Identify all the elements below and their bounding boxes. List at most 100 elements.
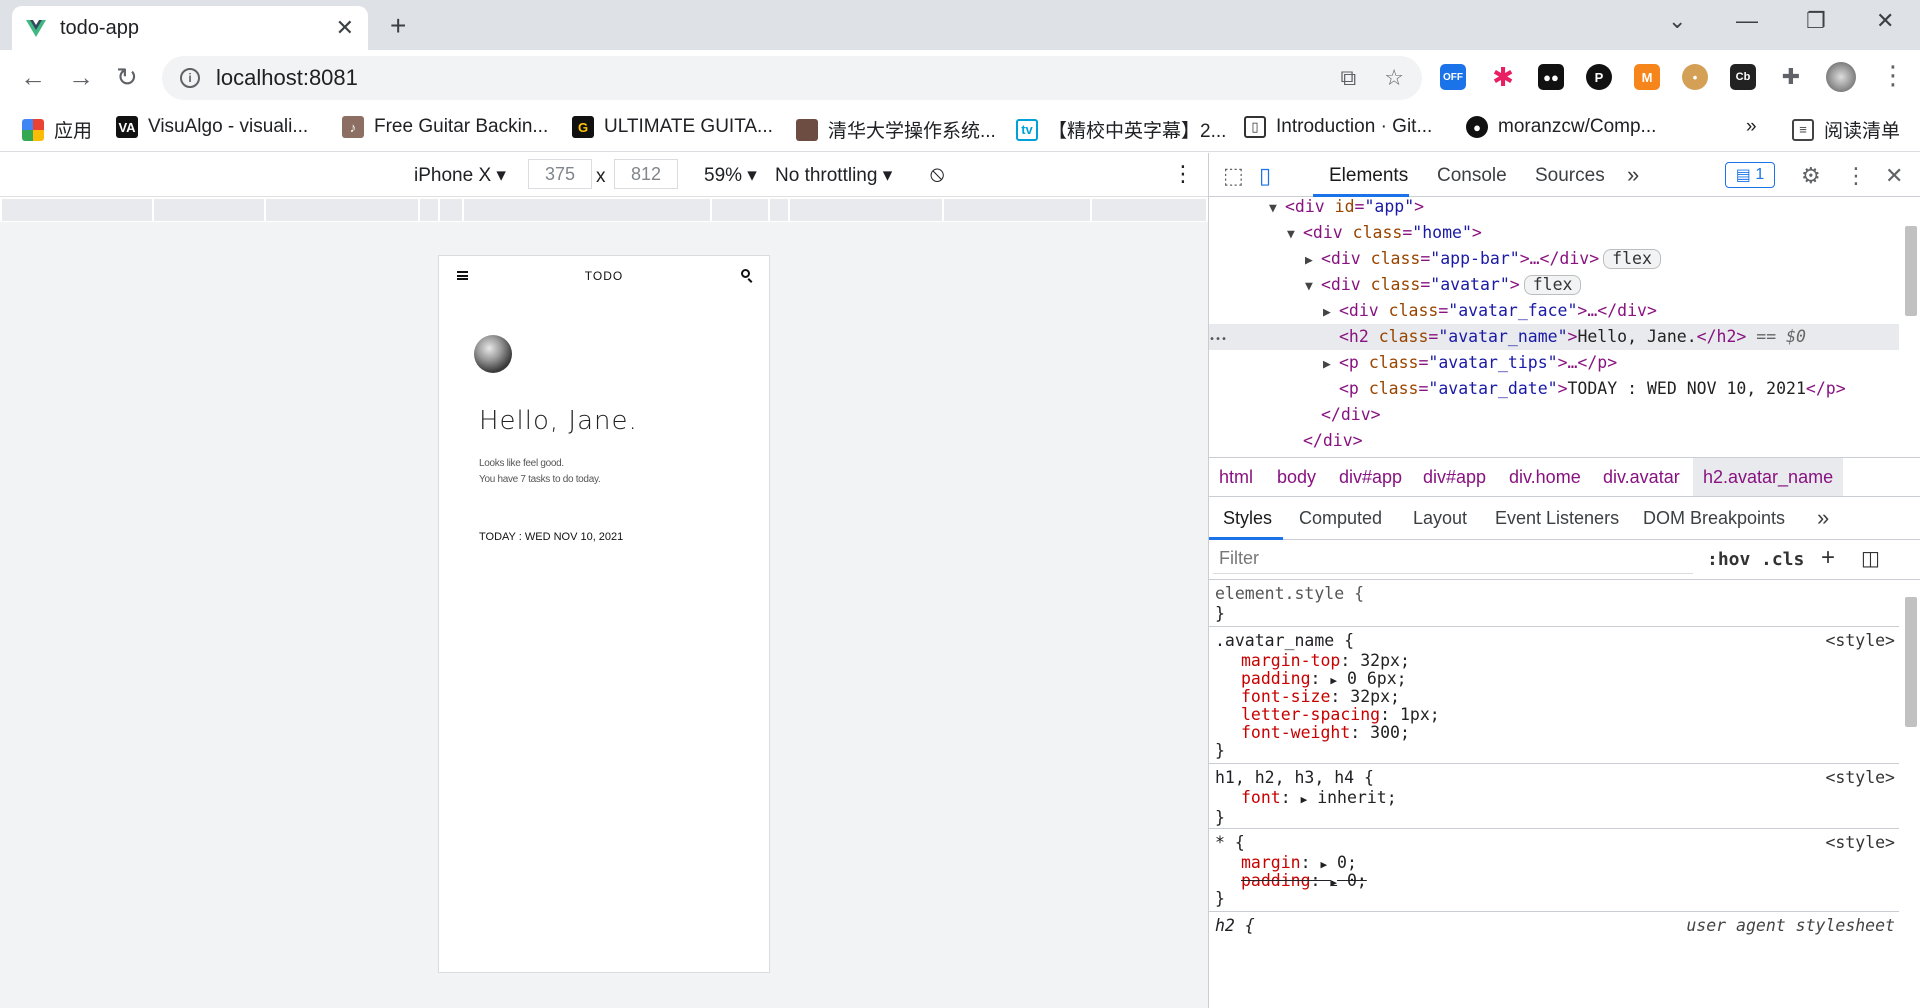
ruler-segment[interactable] [462,199,464,221]
tab-event-listeners[interactable]: Event Listeners [1495,508,1619,529]
new-tab-button[interactable]: + [390,10,406,42]
tab-styles[interactable]: Styles [1223,508,1272,529]
reload-icon[interactable]: ↻ [116,62,138,93]
rotate-icon[interactable]: ⦸ [930,161,944,187]
address-bar[interactable]: i localhost:8081 ⧉ ☆ [162,56,1422,100]
elements-scrollbar[interactable] [1902,198,1918,456]
minimize-button[interactable]: — [1736,8,1758,34]
filter-input[interactable]: Filter [1213,544,1693,574]
dom-node[interactable]: ▶ <div class="avatar_face">…</div> [1323,298,1657,324]
style-declaration-overridden[interactable]: padding: ▶ 0; [1241,870,1367,894]
cookie-icon[interactable]: • [1682,64,1708,90]
scrollbar-thumb[interactable] [1905,597,1917,727]
device-select[interactable]: iPhone X ▾ [414,164,506,187]
node-actions-icon[interactable]: ••• [1209,327,1227,353]
asterisk-extension-icon[interactable]: ✱ [1490,62,1516,92]
bookmark-bilibili[interactable]: tv 【精校中英字幕】2... [1016,116,1226,143]
crumb-body[interactable]: body [1277,467,1316,488]
scrollbar-thumb[interactable] [1905,226,1917,316]
style-declaration[interactable]: font: ▶ inherit; [1241,787,1397,811]
bookmark-visualgo[interactable]: VA VisuAlgo - visuali... [116,116,308,138]
dom-node[interactable]: ▼ <div class="home"> [1287,220,1482,246]
new-rule-button[interactable]: + [1821,544,1835,572]
ruler-segment[interactable] [788,199,790,221]
tab-elements[interactable]: Elements [1329,165,1408,187]
rule-source-link[interactable]: <style> [1825,630,1895,652]
more-subtabs-button[interactable]: » [1817,505,1829,531]
back-icon[interactable]: ← [20,62,46,93]
rule-selector[interactable]: .avatar_name { [1215,630,1354,652]
close-devtools-icon[interactable]: ✕ [1885,163,1903,189]
devtools-menu-icon[interactable]: ⋮ [1845,163,1867,189]
rule-source-link[interactable]: <style> [1825,832,1895,854]
rule-selector[interactable]: * { [1215,832,1245,854]
p-extension-icon[interactable]: P [1586,64,1612,90]
cb-extension-icon[interactable]: Cb [1730,64,1756,90]
translate-icon[interactable]: ⧉ [1341,65,1357,91]
tab-console[interactable]: Console [1437,165,1507,187]
toggle-sidebar-icon[interactable]: ◫ [1861,546,1880,571]
bookmark-apps[interactable]: 应用 [22,116,92,143]
issues-badge[interactable]: ▤ 1 [1725,162,1775,188]
rule-selector[interactable]: h1, h2, h3, h4 { [1215,767,1374,789]
bookmark-github[interactable]: ● moranzcw/Comp... [1466,116,1656,138]
tab-dom-breakpoints[interactable]: DOM Breakpoints [1643,508,1785,529]
ruler-segment[interactable] [264,199,266,221]
height-input[interactable]: 812 [614,159,678,189]
bookmark-guitar[interactable]: ♪ Free Guitar Backin... [342,116,548,138]
crumb-div-home[interactable]: div.home [1509,467,1581,488]
crumb-div-app[interactable]: div#app [1423,467,1486,488]
search-icon[interactable] [741,269,750,278]
flex-badge[interactable]: flex [1603,249,1661,269]
inspect-element-icon[interactable]: ⬚ [1223,163,1244,189]
maximize-button[interactable]: ❐ [1806,8,1826,34]
zoom-select[interactable]: 59% ▾ [704,164,757,187]
ruler-segment[interactable] [942,199,944,221]
tab-computed[interactable]: Computed [1299,508,1382,529]
site-info-icon[interactable]: i [180,68,200,88]
tab-search-icon[interactable]: ⌄ [1668,8,1686,34]
crumb-h2-avatar-name[interactable]: h2.avatar_name [1693,458,1844,496]
url-text[interactable]: localhost:8081 [216,65,1313,91]
bookmark-ultimate-guitar[interactable]: G ULTIMATE GUITA... [572,116,773,138]
close-window-button[interactable]: ✕ [1876,8,1894,34]
profile-avatar[interactable] [1826,62,1856,92]
ruler-segment[interactable] [1090,199,1092,221]
media-query-ruler[interactable] [2,199,1206,221]
cls-button[interactable]: .cls [1761,549,1804,570]
dom-node[interactable]: ▼ <div class="avatar"> flex [1305,272,1582,298]
tab-layout[interactable]: Layout [1413,508,1467,529]
more-tabs-button[interactable]: » [1627,162,1639,188]
ruler-segment[interactable] [438,199,440,221]
style-declaration[interactable]: font-weight: 300; [1241,722,1410,744]
dom-node[interactable]: <p class="avatar_date">TODAY : WED NOV 1… [1339,376,1846,402]
dom-closing-tag[interactable]: </div> [1303,428,1363,454]
metamask-icon[interactable]: M [1634,64,1660,90]
reading-list-button[interactable]: ≡ 阅读清单 [1792,116,1900,143]
ruler-segment[interactable] [768,199,770,221]
dom-node[interactable]: ▶ <p class="avatar_tips">…</p> [1323,350,1617,376]
chrome-menu-icon[interactable]: ⋮ [1880,60,1906,91]
crumb-div-avatar[interactable]: div.avatar [1603,467,1680,488]
bookmark-star-icon[interactable]: ☆ [1384,65,1404,91]
off-extension-icon[interactable]: OFF [1440,64,1466,90]
flex-badge[interactable]: flex [1523,275,1582,295]
ruler-segment[interactable] [710,199,712,221]
hov-button[interactable]: :hov [1707,549,1750,570]
crumb-div-app[interactable]: div#app [1339,467,1402,488]
ruler-segment[interactable] [152,199,154,221]
tab-sources[interactable]: Sources [1535,165,1605,187]
dom-node[interactable]: ▼ <div id="app"> [1269,198,1424,220]
bookmarks-overflow-button[interactable]: » [1746,116,1757,138]
rule-selector[interactable]: element.style { [1215,583,1364,605]
device-more-icon[interactable]: ⋮ [1172,161,1194,187]
rule-source-link[interactable]: <style> [1825,767,1895,789]
bookmark-gitbook[interactable]: ▯ Introduction · Git... [1244,116,1432,138]
crumb-html[interactable]: html [1219,467,1253,488]
forward-icon[interactable]: → [68,62,94,93]
rule-selector[interactable]: h2 { [1215,915,1255,937]
tab-close-icon[interactable]: ✕ [336,15,354,41]
browser-tab[interactable]: todo-app ✕ [12,6,368,50]
styles-scrollbar[interactable] [1902,583,1918,1008]
dom-closing-tag[interactable]: </div> [1321,402,1381,428]
